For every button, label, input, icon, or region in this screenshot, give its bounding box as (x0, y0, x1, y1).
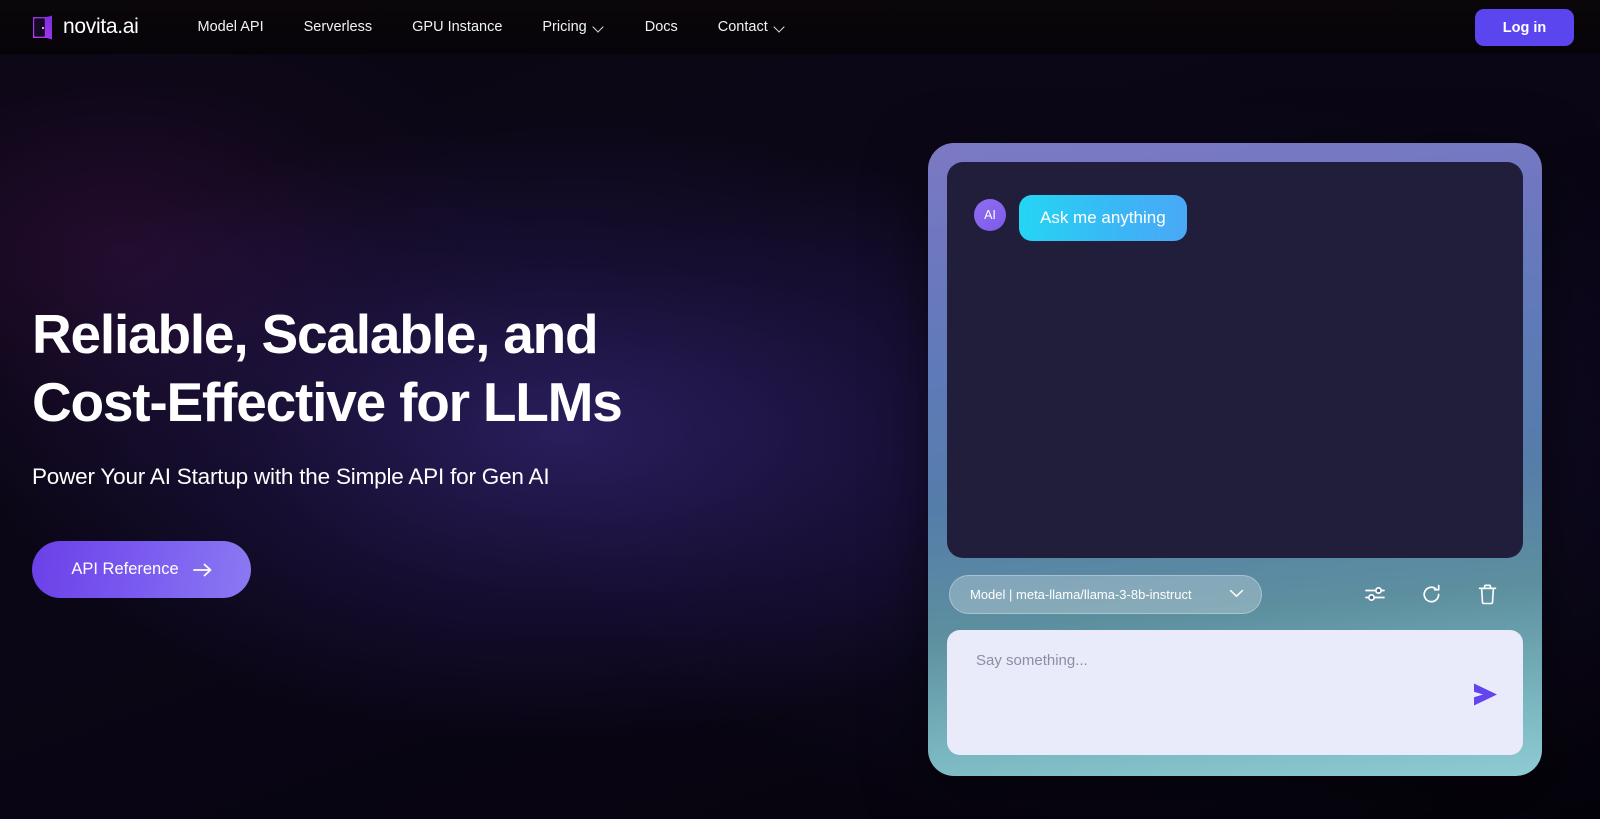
chat-toolbar: Model | meta-llama/llama-3-8b-instruct (947, 558, 1523, 630)
nav-item-docs[interactable]: Docs (625, 0, 698, 54)
nav-item-label: Contact (717, 19, 768, 35)
chat-messages-area: AI Ask me anything (947, 162, 1523, 558)
chat-playground-panel: AI Ask me anything Model | meta-llama/ll… (928, 143, 1542, 776)
nav-item-label: Model API (197, 19, 264, 35)
ai-avatar: AI (974, 199, 1006, 231)
message-input-placeholder[interactable]: Say something... (976, 652, 1453, 669)
nav-links: Model API Serverless GPU Instance Pricin… (198, 0, 806, 54)
nav-item-contact[interactable]: Contact (698, 0, 806, 54)
chevron-down-icon (594, 22, 605, 33)
arrow-right-icon (192, 563, 212, 577)
chat-bubble: Ask me anything (1019, 195, 1187, 241)
model-selector-label: Model | meta-llama/llama-3-8b-instruct (970, 586, 1192, 602)
message-composer[interactable]: Say something... (947, 630, 1523, 755)
api-reference-label: API Reference (71, 560, 179, 578)
top-navbar: novita.ai Model API Serverless GPU Insta… (0, 0, 1600, 54)
send-arrow-icon[interactable] (1468, 680, 1501, 709)
brand-logo[interactable]: novita.ai (31, 15, 139, 40)
trash-icon[interactable] (1476, 583, 1499, 606)
refresh-icon[interactable] (1420, 583, 1443, 606)
nav-item-label: Pricing (542, 19, 587, 35)
api-reference-button[interactable]: API Reference (32, 541, 251, 598)
nav-item-gpu-instance[interactable]: GPU Instance (392, 0, 522, 54)
brand-name: novita.ai (63, 15, 139, 38)
chat-panel-inner: AI Ask me anything Model | meta-llama/ll… (947, 162, 1523, 757)
nav-item-label: Serverless (303, 19, 373, 35)
chat-tool-icons (1364, 583, 1521, 606)
settings-sliders-icon[interactable] (1364, 583, 1387, 606)
page-root: novita.ai Model API Serverless GPU Insta… (0, 0, 1600, 819)
chevron-down-icon (1229, 585, 1244, 603)
login-button[interactable]: Log in (1475, 9, 1574, 46)
nav-item-label: GPU Instance (412, 19, 503, 35)
nav-item-model-api[interactable]: Model API (198, 0, 284, 54)
hero-subtitle: Power Your AI Startup with the Simple AP… (32, 464, 550, 489)
page-title: Reliable, Scalable, and Cost-Effective f… (32, 303, 623, 433)
chevron-down-icon (775, 22, 786, 33)
hero-section: Reliable, Scalable, and Cost-Effective f… (32, 300, 792, 598)
nav-item-serverless[interactable]: Serverless (284, 0, 393, 54)
nav-item-pricing[interactable]: Pricing (522, 0, 624, 54)
nav-item-label: Docs (644, 19, 678, 35)
chat-message: AI Ask me anything (974, 195, 1523, 241)
novita-door-logo-icon (31, 15, 54, 40)
model-selector[interactable]: Model | meta-llama/llama-3-8b-instruct (949, 574, 1262, 614)
